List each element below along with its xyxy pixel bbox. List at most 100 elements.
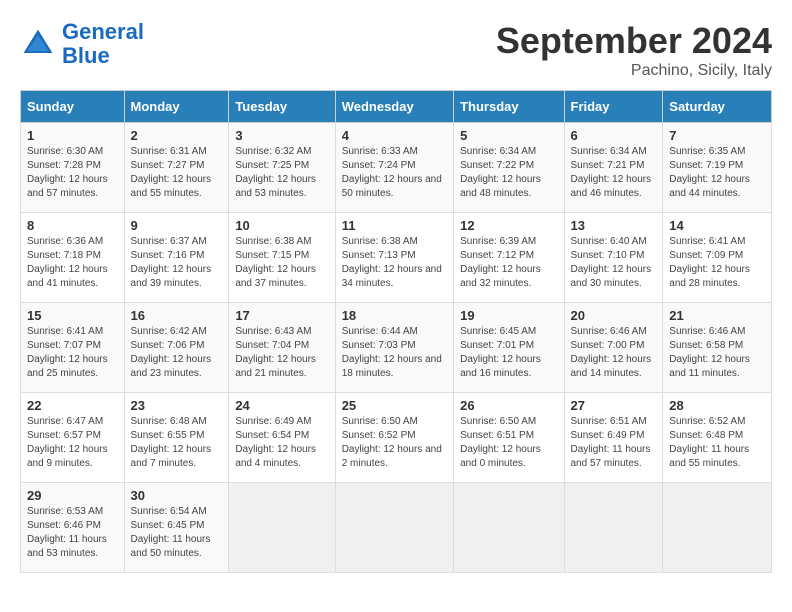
day-info: Sunrise: 6:41 AM Sunset: 7:07 PM Dayligh… [27,325,118,381]
calendar-cell: 5 Sunrise: 6:34 AM Sunset: 7:22 PM Dayli… [454,123,564,213]
sunset-label: Sunset: 7:18 PM [27,250,101,261]
logo-line2: Blue [62,43,110,68]
calendar-cell: 9 Sunrise: 6:37 AM Sunset: 7:16 PM Dayli… [124,213,229,303]
day-number: 12 [460,218,557,233]
sunrise-label: Sunrise: 6:30 AM [27,146,103,157]
sunset-label: Sunset: 7:09 PM [669,250,743,261]
header-sunday: Sunday [21,91,125,123]
sunrise-label: Sunrise: 6:40 AM [571,236,647,247]
calendar-row: 22 Sunrise: 6:47 AM Sunset: 6:57 PM Dayl… [21,393,772,483]
sunrise-label: Sunrise: 6:47 AM [27,416,103,427]
title-block: September 2024 Pachino, Sicily, Italy [496,20,772,80]
day-info: Sunrise: 6:42 AM Sunset: 7:06 PM Dayligh… [131,325,223,381]
day-info: Sunrise: 6:37 AM Sunset: 7:16 PM Dayligh… [131,235,223,291]
header-thursday: Thursday [454,91,564,123]
day-number: 7 [669,128,765,143]
day-info: Sunrise: 6:38 AM Sunset: 7:13 PM Dayligh… [342,235,447,291]
day-info: Sunrise: 6:36 AM Sunset: 7:18 PM Dayligh… [27,235,118,291]
day-number: 16 [131,308,223,323]
day-info: Sunrise: 6:50 AM Sunset: 6:52 PM Dayligh… [342,415,447,471]
day-number: 25 [342,398,447,413]
day-info: Sunrise: 6:40 AM Sunset: 7:10 PM Dayligh… [571,235,657,291]
day-info: Sunrise: 6:51 AM Sunset: 6:49 PM Dayligh… [571,415,657,471]
day-number: 11 [342,218,447,233]
day-info: Sunrise: 6:54 AM Sunset: 6:45 PM Dayligh… [131,505,223,561]
calendar-cell: 2 Sunrise: 6:31 AM Sunset: 7:27 PM Dayli… [124,123,229,213]
daylight-label: Daylight: 12 hours and 44 minutes. [669,174,750,199]
calendar-table: Sunday Monday Tuesday Wednesday Thursday… [20,90,772,573]
day-number: 22 [27,398,118,413]
day-info: Sunrise: 6:34 AM Sunset: 7:21 PM Dayligh… [571,145,657,201]
day-number: 4 [342,128,447,143]
sunrise-label: Sunrise: 6:49 AM [235,416,311,427]
sunset-label: Sunset: 7:19 PM [669,160,743,171]
daylight-label: Daylight: 12 hours and 23 minutes. [131,354,212,379]
sunrise-label: Sunrise: 6:44 AM [342,326,418,337]
day-number: 6 [571,128,657,143]
calendar-cell: 22 Sunrise: 6:47 AM Sunset: 6:57 PM Dayl… [21,393,125,483]
sunrise-label: Sunrise: 6:51 AM [571,416,647,427]
calendar-cell: 27 Sunrise: 6:51 AM Sunset: 6:49 PM Dayl… [564,393,663,483]
calendar-cell: 13 Sunrise: 6:40 AM Sunset: 7:10 PM Dayl… [564,213,663,303]
sunrise-label: Sunrise: 6:54 AM [131,506,207,517]
month-title: September 2024 [496,20,772,62]
sunrise-label: Sunrise: 6:46 AM [571,326,647,337]
day-info: Sunrise: 6:34 AM Sunset: 7:22 PM Dayligh… [460,145,557,201]
day-number: 19 [460,308,557,323]
daylight-label: Daylight: 12 hours and 39 minutes. [131,264,212,289]
day-info: Sunrise: 6:35 AM Sunset: 7:19 PM Dayligh… [669,145,765,201]
sunset-label: Sunset: 6:49 PM [571,430,645,441]
sunrise-label: Sunrise: 6:38 AM [235,236,311,247]
sunset-label: Sunset: 7:00 PM [571,340,645,351]
day-number: 28 [669,398,765,413]
daylight-label: Daylight: 11 hours and 50 minutes. [131,534,211,559]
day-info: Sunrise: 6:30 AM Sunset: 7:28 PM Dayligh… [27,145,118,201]
daylight-label: Daylight: 12 hours and 48 minutes. [460,174,541,199]
sunset-label: Sunset: 6:58 PM [669,340,743,351]
logo-icon [20,26,56,62]
day-number: 30 [131,488,223,503]
header-row: Sunday Monday Tuesday Wednesday Thursday… [21,91,772,123]
calendar-cell [564,483,663,573]
sunrise-label: Sunrise: 6:39 AM [460,236,536,247]
day-number: 21 [669,308,765,323]
daylight-label: Daylight: 12 hours and 11 minutes. [669,354,750,379]
calendar-cell: 20 Sunrise: 6:46 AM Sunset: 7:00 PM Dayl… [564,303,663,393]
sunset-label: Sunset: 6:57 PM [27,430,101,441]
calendar-cell: 8 Sunrise: 6:36 AM Sunset: 7:18 PM Dayli… [21,213,125,303]
calendar-cell: 26 Sunrise: 6:50 AM Sunset: 6:51 PM Dayl… [454,393,564,483]
calendar-row: 1 Sunrise: 6:30 AM Sunset: 7:28 PM Dayli… [21,123,772,213]
day-info: Sunrise: 6:53 AM Sunset: 6:46 PM Dayligh… [27,505,118,561]
day-number: 3 [235,128,328,143]
sunset-label: Sunset: 6:51 PM [460,430,534,441]
daylight-label: Daylight: 12 hours and 25 minutes. [27,354,108,379]
sunrise-label: Sunrise: 6:35 AM [669,146,745,157]
daylight-label: Daylight: 12 hours and 32 minutes. [460,264,541,289]
day-number: 24 [235,398,328,413]
daylight-label: Daylight: 12 hours and 9 minutes. [27,444,108,469]
daylight-label: Daylight: 12 hours and 2 minutes. [342,444,442,469]
sunset-label: Sunset: 7:13 PM [342,250,416,261]
sunrise-label: Sunrise: 6:52 AM [669,416,745,427]
day-info: Sunrise: 6:33 AM Sunset: 7:24 PM Dayligh… [342,145,447,201]
daylight-label: Daylight: 11 hours and 53 minutes. [27,534,107,559]
sunrise-label: Sunrise: 6:53 AM [27,506,103,517]
daylight-label: Daylight: 12 hours and 14 minutes. [571,354,652,379]
sunrise-label: Sunrise: 6:50 AM [342,416,418,427]
daylight-label: Daylight: 11 hours and 57 minutes. [571,444,651,469]
day-number: 27 [571,398,657,413]
day-number: 15 [27,308,118,323]
sunset-label: Sunset: 7:06 PM [131,340,205,351]
sunrise-label: Sunrise: 6:50 AM [460,416,536,427]
day-info: Sunrise: 6:46 AM Sunset: 6:58 PM Dayligh… [669,325,765,381]
sunrise-label: Sunrise: 6:38 AM [342,236,418,247]
calendar-cell: 21 Sunrise: 6:46 AM Sunset: 6:58 PM Dayl… [663,303,772,393]
daylight-label: Daylight: 11 hours and 55 minutes. [669,444,749,469]
calendar-cell [454,483,564,573]
calendar-cell [229,483,335,573]
day-number: 5 [460,128,557,143]
day-number: 26 [460,398,557,413]
logo: General Blue [20,20,144,68]
sunrise-label: Sunrise: 6:31 AM [131,146,207,157]
sunset-label: Sunset: 7:16 PM [131,250,205,261]
